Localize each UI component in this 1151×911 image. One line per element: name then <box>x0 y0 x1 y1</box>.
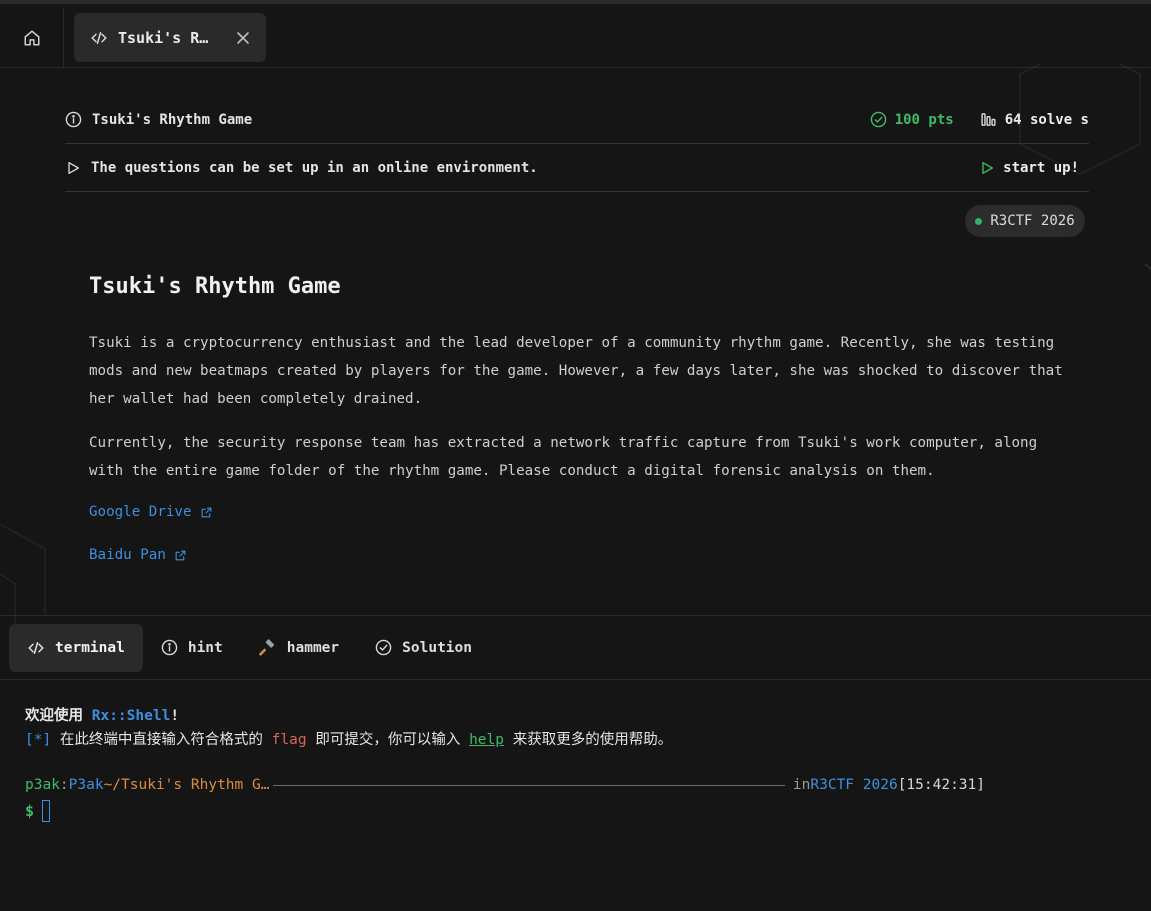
tab-title: Tsuki's R… <box>118 28 209 47</box>
help-command[interactable]: help <box>469 732 504 748</box>
prompt-symbol: $ <box>25 802 35 820</box>
app-root: Tsuki's R… Tsuki's Rhythm Game 100 pts 6… <box>0 0 1151 911</box>
challenge-title: Tsuki's Rhythm Game <box>89 274 341 299</box>
prompt-event: R3CTF 2026 <box>810 777 898 793</box>
shell-name: Rx::Shell <box>91 708 171 724</box>
description-paragraph-2: Currently, the security response team ha… <box>89 435 1038 479</box>
bar-chart-icon <box>981 113 996 126</box>
environment-row: The questions can be set up in an online… <box>65 144 1089 192</box>
tab-solution-label: Solution <box>402 639 472 656</box>
prompt-in-label: in <box>792 777 811 793</box>
close-icon <box>237 31 249 44</box>
play-icon <box>68 161 79 174</box>
tab-challenge[interactable]: Tsuki's R… <box>74 13 266 62</box>
external-link-icon <box>201 507 211 517</box>
info-line: [*] 在此终端中直接输入符合格式的 flag 即可提交，你可以输入 help … <box>25 728 672 752</box>
prompt-time: [15:42:31] <box>897 777 985 793</box>
start-up-label: start up! <box>1003 159 1079 176</box>
info-icon <box>161 639 178 656</box>
baidu-pan-link-label: Baidu Pan <box>89 547 166 563</box>
prompt-host: P3ak <box>68 777 104 793</box>
tab-terminal[interactable]: terminal <box>9 623 143 672</box>
terminal-output[interactable]: 欢迎使用 Rx::Shell! [*] 在此终端中直接输入符合格式的 flag … <box>25 704 672 752</box>
welcome-suffix: ! <box>170 708 180 724</box>
prompt-divider <box>273 784 785 786</box>
solves-count: 64 solve s <box>1004 111 1089 128</box>
info-marker: [*] <box>25 732 52 748</box>
play-icon <box>982 161 994 174</box>
event-badge-label: R3CTF 2026 <box>990 213 1075 229</box>
code-icon <box>28 641 44 654</box>
tab-hint-label: hint <box>187 639 223 656</box>
tab-hint[interactable]: hint <box>143 624 241 672</box>
info-text-c: 来获取更多的使用帮助。 <box>503 732 673 748</box>
status-dot <box>975 217 983 225</box>
tab-terminal-label: terminal <box>55 639 125 656</box>
tab-solution[interactable]: Solution <box>357 624 490 672</box>
baidu-pan-link[interactable]: Baidu Pan <box>89 547 187 563</box>
info-text-b: 即可提交，你可以输入 <box>306 732 470 748</box>
code-icon <box>91 31 107 44</box>
event-badge: R3CTF 2026 <box>965 205 1085 237</box>
tab-bar: Tsuki's R… <box>0 7 1151 68</box>
challenge-name: Tsuki's Rhythm Game <box>92 111 253 128</box>
welcome-line: 欢迎使用 Rx::Shell! <box>25 704 672 728</box>
terminal-prompt: p3ak: P3ak ~/Tsuki's Rhythm G… in R3CTF 2… <box>25 777 985 793</box>
home-icon <box>24 30 39 45</box>
check-circle-icon <box>870 111 886 128</box>
tab-close-button[interactable] <box>236 31 250 45</box>
info-icon <box>65 111 82 128</box>
tab-hammer[interactable]: hammer <box>241 624 357 672</box>
google-drive-link-label: Google Drive <box>89 504 192 520</box>
welcome-text: 欢迎使用 <box>25 708 92 724</box>
terminal-input-line[interactable]: $ <box>25 800 51 822</box>
prompt-sep: : <box>59 777 69 793</box>
terminal-cursor[interactable] <box>42 800 51 822</box>
hammer-icon <box>258 638 274 656</box>
flag-keyword: flag <box>271 732 307 748</box>
home-button[interactable] <box>0 7 64 68</box>
start-up-button[interactable]: start up! <box>979 160 1089 176</box>
google-drive-link[interactable]: Google Drive <box>89 504 213 520</box>
prompt-user: p3ak <box>25 777 60 793</box>
description-paragraph-1: Tsuki is a cryptocurrency enthusiast and… <box>89 335 1063 407</box>
check-circle-icon <box>375 639 392 656</box>
prompt-path: ~/Tsuki's Rhythm G… <box>103 777 270 793</box>
external-link-icon <box>175 550 186 560</box>
panel-tabs: terminal hint hammer Solution <box>0 615 1151 680</box>
challenge-info-row: Tsuki's Rhythm Game 100 pts 64 solve s <box>65 96 1089 144</box>
environment-note: The questions can be set up in an online… <box>91 159 538 176</box>
tab-hammer-label: hammer <box>286 639 340 656</box>
points-value: 100 pts <box>894 111 954 128</box>
info-text-a: 在此终端中直接输入符合格式的 <box>51 732 272 748</box>
